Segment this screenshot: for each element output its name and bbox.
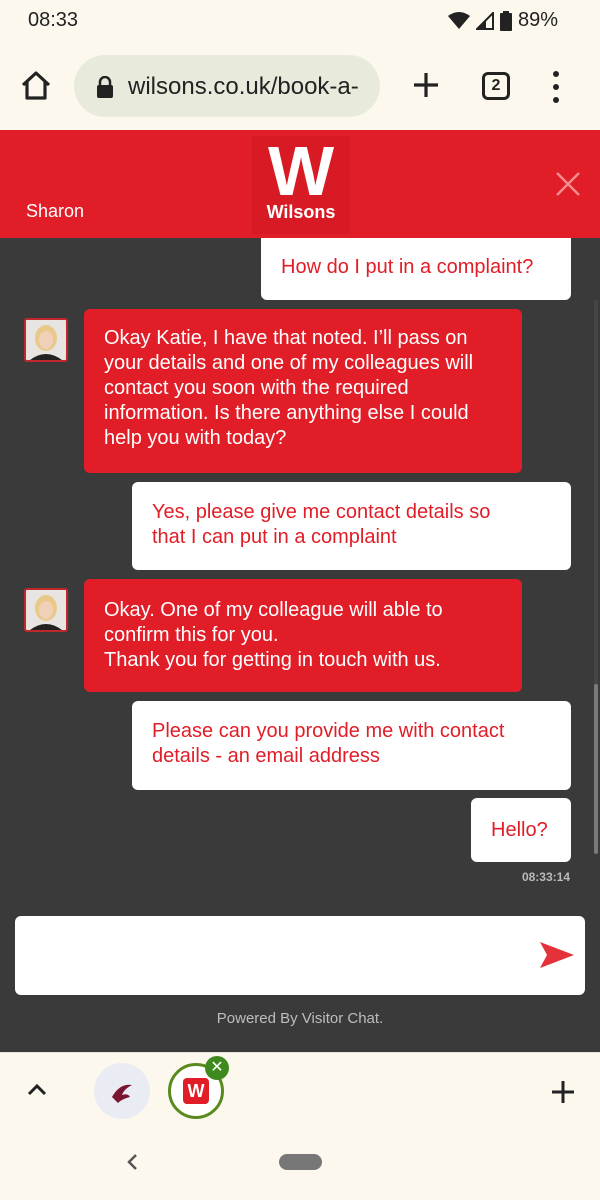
message-line: Okay Katie, I have that noted. I’ll pass…: [104, 327, 468, 349]
message-text: How do I put in a complaint?: [281, 256, 534, 278]
agent-message: Okay. One of my colleague will able to c…: [84, 579, 522, 692]
message-line: Yes, please give me contact details so: [152, 501, 491, 523]
wifi-icon: [447, 11, 470, 29]
address-bar[interactable]: wilsons.co.uk/book-a-: [74, 55, 380, 117]
message-composer: [15, 916, 585, 995]
message-text: Hello?: [491, 819, 548, 841]
logo-letter: W: [267, 132, 335, 210]
url-text: wilsons.co.uk/book-a-: [128, 73, 359, 100]
user-message: Yes, please give me contact details so t…: [132, 482, 571, 570]
chat-bubbles-bar: W ✕: [0, 1052, 600, 1126]
message-line: Please can you provide me with contact: [152, 720, 505, 742]
agent-name: Sharon: [26, 201, 85, 221]
tab-switcher-button[interactable]: 2: [482, 72, 510, 100]
message-line: Thank you for getting in touch with us.: [104, 649, 441, 671]
new-tab-icon[interactable]: [408, 67, 444, 103]
agent-message: Okay Katie, I have that noted. I’ll pass…: [84, 309, 522, 473]
system-nav-bar: [0, 1126, 600, 1200]
logo-text: Wilsons: [266, 202, 336, 222]
battery-icon: [499, 10, 512, 31]
message-line: confirm this for you.: [104, 624, 279, 646]
scrollbar-thumb[interactable]: [594, 684, 598, 854]
chat-header: Sharon W Wilsons: [0, 130, 600, 238]
message-line: that I can put in a complaint: [152, 526, 397, 548]
lock-icon: [97, 76, 113, 98]
message-line: help you with today?: [104, 427, 287, 449]
message-line: contact you soon with the required: [104, 377, 409, 399]
status-time: 08:33: [28, 9, 79, 31]
battery-percent: 89%: [517, 9, 558, 31]
back-icon[interactable]: [124, 1152, 140, 1172]
status-icons: 89%: [447, 9, 558, 32]
add-bubble-icon[interactable]: [550, 1079, 576, 1105]
message-line: information. Is there anything else I co…: [104, 402, 469, 424]
chat-bubble-wilsons[interactable]: W ✕: [168, 1056, 229, 1119]
send-icon[interactable]: [539, 940, 575, 970]
chat-bubble-airline[interactable]: [94, 1063, 150, 1119]
home-icon[interactable]: [18, 67, 54, 103]
home-pill[interactable]: [279, 1154, 322, 1170]
message-line: Okay. One of my colleague will able to: [104, 599, 443, 621]
user-message: How do I put in a complaint?: [261, 238, 571, 300]
close-chat-icon[interactable]: [554, 170, 582, 198]
message-input[interactable]: [31, 934, 511, 976]
cell-signal-icon: [475, 11, 494, 30]
airline-logo-icon: [112, 1084, 132, 1103]
chat-transcript[interactable]: How do I put in a complaint? Okay Katie,…: [0, 238, 600, 1052]
chat-scrollbar[interactable]: [594, 300, 598, 854]
overflow-menu-icon[interactable]: [548, 70, 564, 104]
agent-avatar: [24, 588, 68, 632]
wilsons-badge-icon: W: [183, 1078, 209, 1104]
wilsons-logo: W Wilsons: [252, 136, 350, 234]
message-line: details - an email address: [152, 745, 380, 767]
close-bubble-icon[interactable]: ✕: [205, 1056, 229, 1080]
status-bar: 08:33 89%: [0, 0, 600, 42]
agent-avatar: [24, 318, 68, 362]
message-line: your details and one of my colleagues wi…: [104, 352, 474, 374]
message-timestamp: 08:33:14: [521, 870, 570, 884]
chevron-up-icon[interactable]: [24, 1079, 50, 1101]
powered-by-text: Powered By Visitor Chat.: [216, 1010, 384, 1027]
user-message: Please can you provide me with contact d…: [132, 701, 571, 790]
browser-toolbar: wilsons.co.uk/book-a- 2: [0, 42, 600, 130]
user-message: Hello?: [471, 798, 571, 862]
